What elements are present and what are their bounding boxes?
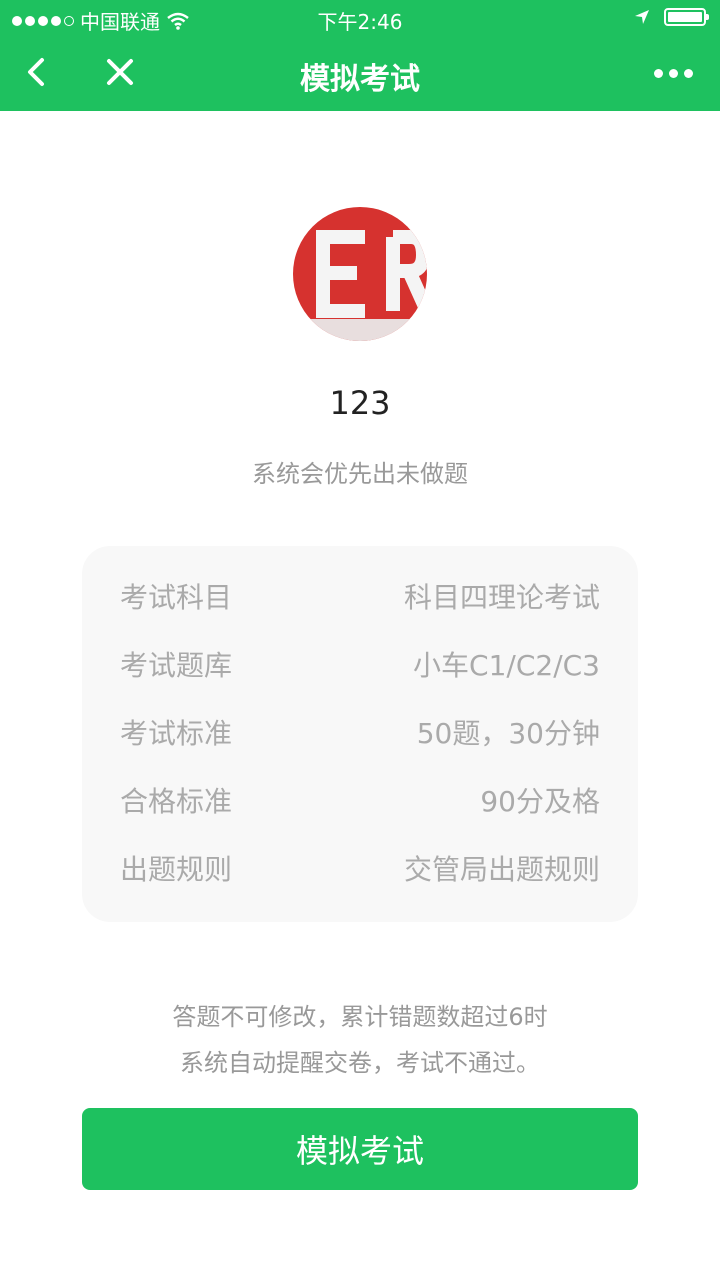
priority-hint: 系统会优先出未做题 (252, 460, 468, 488)
close-icon (107, 59, 133, 85)
exam-info-card: 考试科目 科目四理论考试 考试题库 小车C1/C2/C3 考试标准 50题，30… (82, 546, 638, 922)
avatar (293, 207, 427, 341)
info-value: 90分及格 (480, 785, 600, 818)
notice-line-1: 答题不可修改，累计错题数超过6时 (172, 1003, 548, 1031)
info-value: 交管局出题规则 (403, 853, 600, 886)
start-exam-button[interactable]: 模拟考试 (82, 1108, 638, 1190)
user-name: 123 (329, 384, 391, 422)
info-row-subject: 考试科目 科目四理论考试 (120, 576, 600, 644)
nav-bar: 模拟考试 (0, 36, 720, 111)
info-row-standard: 考试标准 50题，30分钟 (120, 712, 600, 780)
info-row-rules: 出题规则 交管局出题规则 (120, 848, 600, 916)
back-button[interactable] (18, 52, 58, 92)
close-button[interactable] (100, 52, 140, 92)
avatar-image (293, 207, 427, 341)
exam-notice: 答题不可修改，累计错题数超过6时 系统自动提醒交卷，考试不通过。 (0, 994, 720, 1086)
info-row-question-bank: 考试题库 小车C1/C2/C3 (120, 644, 600, 712)
info-label: 考试科目 (120, 581, 233, 614)
battery-icon (664, 8, 709, 26)
status-right (634, 8, 709, 26)
info-value: 50题，30分钟 (416, 717, 600, 750)
info-label: 合格标准 (120, 785, 233, 818)
info-label: 考试题库 (120, 649, 233, 682)
info-label: 考试标准 (120, 717, 233, 750)
status-bar: 中国联通 下午2:46 (0, 0, 720, 36)
chevron-left-icon (28, 58, 44, 86)
info-value: 科目四理论考试 (403, 581, 600, 614)
status-time: 下午2:46 (317, 10, 403, 34)
info-label: 出题规则 (120, 853, 233, 886)
location-arrow-icon (635, 10, 649, 24)
info-value: 小车C1/C2/C3 (413, 649, 600, 682)
notice-line-2: 系统自动提醒交卷，考试不通过。 (180, 1049, 540, 1077)
more-dots-icon (653, 68, 663, 78)
info-row-pass-standard: 合格标准 90分及格 (120, 780, 600, 848)
more-button[interactable] (650, 58, 696, 88)
